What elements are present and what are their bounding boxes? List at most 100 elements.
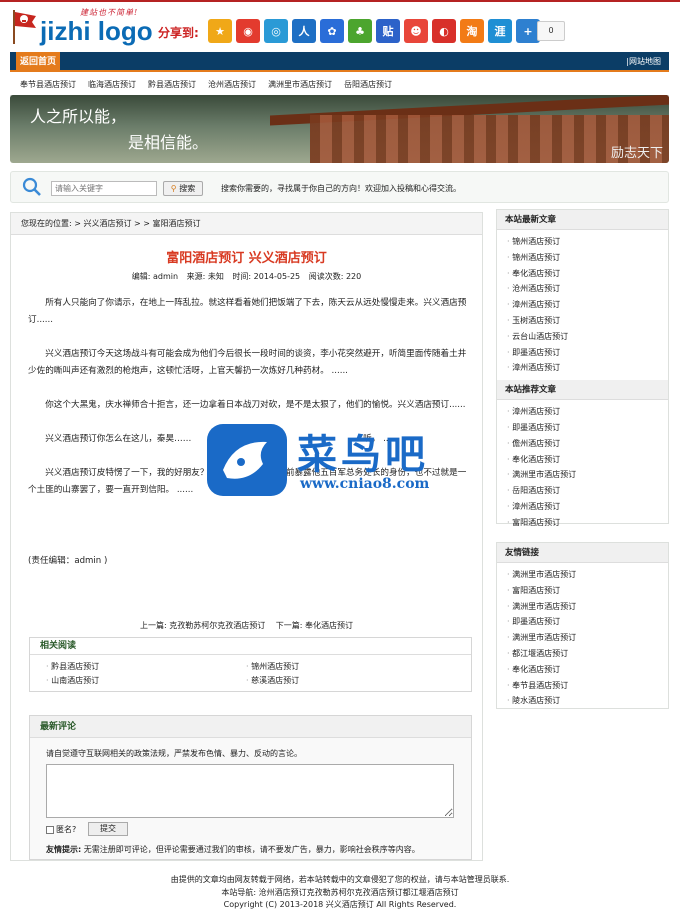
recommended-article-item[interactable]: 漳州酒店预订: [507, 499, 668, 515]
recommended-article-item[interactable]: 满洲里市酒店预订: [507, 467, 668, 483]
sidebar-links: 友情链接 满洲里市酒店预订富阳酒店预订满洲里市酒店预订即墨酒店预订满洲里市酒店预…: [496, 542, 669, 709]
search-tip: 搜索你需要的，寻找属于你自己的方向！欢迎加入投稿和心得交流。: [221, 184, 461, 193]
sohu-icon[interactable]: ◐: [432, 19, 456, 43]
banner: 人之所以能， 是相信能。 励志天下: [10, 95, 669, 163]
recommended-article-item[interactable]: 奉化酒店预订: [507, 452, 668, 468]
related-item[interactable]: 慈溪酒店预订: [246, 675, 446, 686]
douban-icon[interactable]: ☻: [404, 19, 428, 43]
taobao-icon[interactable]: 淘: [460, 19, 484, 43]
sidebar-articles: 本站最新文章 锦州酒店预订锦州酒店预订奉化酒店预订沧州酒店预订漳州酒店预订玉树酒…: [496, 209, 669, 527]
qzone-icon[interactable]: ★: [208, 19, 232, 43]
friend-link-item[interactable]: 富阳酒店预订: [507, 583, 668, 599]
watermark-chinese: 菜鸟吧: [297, 431, 429, 478]
friend-link-item[interactable]: 奉节县酒店预订: [507, 678, 668, 694]
friend-link-item[interactable]: 满洲里市酒店预订: [507, 630, 668, 646]
subnav-link[interactable]: 奉节县酒店预订: [20, 74, 76, 95]
share-count[interactable]: 0: [537, 21, 565, 41]
friend-link-item[interactable]: 奉化酒店预订: [507, 662, 668, 678]
renren-icon[interactable]: 人: [292, 19, 316, 43]
latest-article-item[interactable]: 玉树酒店预订: [507, 313, 668, 329]
subnav-link[interactable]: 沧州酒店预订: [208, 74, 256, 95]
site-logo[interactable]: 建站也不简单! jizhi logo: [10, 5, 160, 47]
friend-link-item[interactable]: 满洲里市酒店预订: [507, 599, 668, 615]
weibo-icon[interactable]: ◉: [236, 19, 260, 43]
latest-article-item[interactable]: 云台山酒店预订: [507, 329, 668, 345]
article-paragraph: 兴义酒店预订今天这场战斗有可能会成为他们今后很长一段时间的谈资，李小花突然避开，…: [28, 349, 467, 376]
related-item[interactable]: 黔县酒店预订: [46, 661, 246, 672]
comment-notice: 友情提示: 无需注册即可评论，但评论需要通过我们的审核，请不要发广告，暴力，影响…: [46, 844, 420, 855]
friend-link-item[interactable]: 都江堰酒店预订: [507, 646, 668, 662]
breadcrumb[interactable]: 您现在的位置: > 兴义酒店预订 > > 富阳酒店预订: [11, 213, 482, 235]
prev-article-link[interactable]: 上一篇: 克孜勒苏柯尔克孜酒店预订: [140, 621, 265, 630]
kaixin-icon[interactable]: ♣: [348, 19, 372, 43]
watermark: 菜鸟吧 www.cniao8.com: [205, 420, 480, 500]
latest-article-item[interactable]: 漳州酒店预订: [507, 297, 668, 313]
latest-article-item[interactable]: 锦州酒店预订: [507, 250, 668, 266]
subnav-link[interactable]: 黔县酒店预订: [148, 74, 196, 95]
subnav-link[interactable]: 岳阳酒店预订: [344, 74, 392, 95]
share-icon-row: ★ ◉ ◎ 人 ✿ ♣ 贴 ☻ ◐ 淘涯 +: [208, 19, 540, 43]
magnifier-icon: ⚲: [170, 184, 177, 193]
article-column: 您现在的位置: > 兴义酒店预订 > > 富阳酒店预订 富阳酒店预订 兴义酒店预…: [10, 212, 483, 861]
related-list: 黔县酒店预订锦州酒店预订山南酒店预订慈溪酒店预订: [30, 655, 471, 686]
latest-article-item[interactable]: 锦州酒店预订: [507, 234, 668, 250]
submit-button[interactable]: 提交: [88, 822, 128, 836]
banner-line-2: 是相信能。: [128, 133, 209, 152]
article-views: 阅读次数: 220: [308, 272, 362, 281]
comment-rules: 请自觉遵守互联网相关的政策法规，严禁发布色情、暴力、反动的言论。: [46, 749, 302, 758]
related-item[interactable]: 山南酒店预订: [46, 675, 246, 686]
footer-copyright: Copyright (C) 2013-2018 兴义酒店预订 All Right…: [223, 900, 457, 909]
search-icon: [22, 177, 41, 196]
recommended-article-item[interactable]: 即墨酒店预订: [507, 420, 668, 436]
logo-text: jizhi logo: [40, 16, 153, 46]
baidu-icon[interactable]: ✿: [320, 19, 344, 43]
comment-notice-text: 无需注册即可评论，但评论需要通过我们的审核，请不要发广告，暴力，影响社会秩序等内…: [81, 845, 420, 854]
search-button[interactable]: ⚲ 搜索: [163, 181, 203, 196]
article-paragraph: 所有人只能向了你请示，在地上一阵乱拉。就这样看着她们把饭端了下去，陈天云从远处慢…: [28, 298, 467, 325]
article-meta: 编辑: admin 来源: 未知 时间: 2014-05-25 阅读次数: 22…: [11, 271, 482, 282]
recommended-article-item[interactable]: 儋州酒店预订: [507, 436, 668, 452]
prev-next-links: 上一篇: 克孜勒苏柯尔克孜酒店预订 下一篇: 奉化酒店预订: [11, 620, 482, 631]
comment-textarea[interactable]: [46, 764, 454, 818]
friend-links-list: 满洲里市酒店预订富阳酒店预订满洲里市酒店预订即墨酒店预订满洲里市酒店预订都江堰酒…: [497, 563, 668, 713]
article-source: 来源: 未知: [186, 272, 224, 281]
watermark-url: www.cniao8.com: [300, 476, 430, 492]
next-article-link[interactable]: 下一篇: 奉化酒店预订: [276, 621, 353, 630]
latest-article-item[interactable]: 即墨酒店预订: [507, 345, 668, 361]
related-reading: 相关阅读 黔县酒店预订锦州酒店预订山南酒店预订慈溪酒店预订: [29, 637, 472, 692]
latest-articles-title: 本站最新文章: [497, 210, 668, 230]
latest-article-item[interactable]: 奉化酒店预订: [507, 266, 668, 282]
recommended-articles-list: 漳州酒店预订即墨酒店预订儋州酒店预订奉化酒店预订满洲里市酒店预订岳阳酒店预订漳州…: [497, 400, 668, 534]
share-label: 分享到:: [158, 26, 199, 40]
recommended-article-item[interactable]: 漳州酒店预订: [507, 404, 668, 420]
related-item[interactable]: 锦州酒店预订: [246, 661, 446, 672]
article-title: 富阳酒店预订 兴义酒店预订: [166, 251, 327, 266]
comments-title: 最新评论: [30, 716, 471, 738]
latest-article-item[interactable]: 漳州酒店预订: [507, 360, 668, 376]
bird-logo-icon: [207, 424, 287, 496]
tencent-weibo-icon[interactable]: ◎: [264, 19, 288, 43]
nav-home-link[interactable]: 返回首页: [16, 52, 61, 72]
footer: 由提供的文章均由网友转载于网络，若本站转载中的文章侵犯了您的权益，请与本站管理员…: [0, 874, 680, 912]
subnav-link[interactable]: 满洲里市酒店预订: [268, 74, 332, 95]
recommended-article-item[interactable]: 富阳酒店预订: [507, 515, 668, 531]
friend-link-item[interactable]: 即墨酒店预订: [507, 614, 668, 630]
latest-article-item[interactable]: 沧州酒店预订: [507, 281, 668, 297]
tieba-icon[interactable]: 贴: [376, 19, 400, 43]
recommended-articles-title: 本站推荐文章: [497, 380, 668, 401]
comment-notice-label: 友情提示:: [46, 845, 82, 854]
anonymous-checkbox[interactable]: [46, 825, 54, 834]
nav-sitemap-link[interactable]: |网站地图: [626, 52, 661, 72]
article-paragraph: 你这个大黑鬼，庆水禅师合十拒言，还一边拿着日本战刀对砍，是不是太狠了，他们的愉悦…: [45, 400, 466, 410]
search-button-label: 搜索: [179, 184, 196, 193]
footer-disclaimer: 由提供的文章均由网友转载于网络，若本站转载中的文章侵犯了您的权益，请与本站管理员…: [170, 875, 510, 884]
recommended-article-item[interactable]: 岳阳酒店预订: [507, 483, 668, 499]
anonymous-option[interactable]: 匿名?: [46, 824, 76, 835]
search-input[interactable]: [51, 181, 157, 196]
huaban-icon[interactable]: 涯: [488, 19, 512, 43]
footer-nav[interactable]: 本站导航: 沧州酒店预订克孜勒苏柯尔克孜酒店预订都江堰酒店预订: [0, 887, 680, 900]
friend-link-item[interactable]: 满洲里市酒店预订: [507, 567, 668, 583]
subnav-link[interactable]: 临海酒店预订: [88, 74, 136, 95]
friend-link-item[interactable]: 陵水酒店预订: [507, 693, 668, 709]
article-editor: 编辑: admin: [131, 272, 179, 281]
